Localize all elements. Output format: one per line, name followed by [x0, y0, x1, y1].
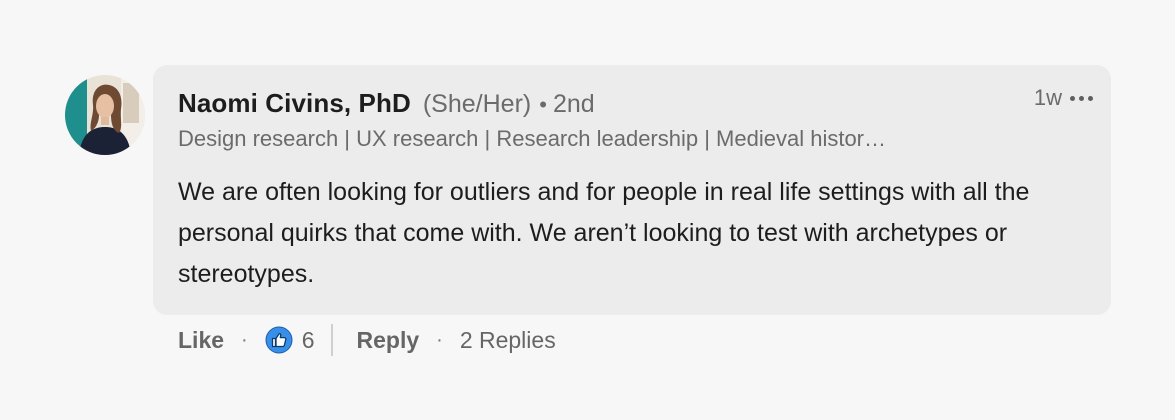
- separator-dot: ·: [436, 328, 443, 351]
- comment-timestamp: 1w: [1033, 85, 1062, 110]
- comment-bubble: Naomi Civins, PhD (She/Her) • 2nd Design re…: [153, 65, 1111, 315]
- connection-degree: 2nd: [552, 90, 595, 118]
- separator-dot: ·: [241, 328, 248, 351]
- avatar[interactable]: [65, 75, 145, 155]
- comment-view: Naomi Civins, PhD (She/Her) • 2nd Design re…: [0, 0, 1175, 420]
- author-pronouns: (She/Her): [422, 90, 532, 118]
- author-name[interactable]: Naomi Civins, PhD: [178, 88, 411, 118]
- separator-dot: •: [539, 92, 547, 117]
- like-button[interactable]: Like: [178, 327, 224, 354]
- comment-actions: Like · 6 Reply · 2 Replies: [178, 322, 556, 358]
- ellipsis-icon[interactable]: [1070, 94, 1093, 103]
- comment-text: We are often looking for outliers and fo…: [178, 178, 1030, 288]
- reply-button[interactable]: Reply: [357, 327, 420, 354]
- reaction-count[interactable]: 6: [302, 327, 315, 354]
- replies-link[interactable]: 2 Replies: [460, 327, 556, 354]
- author-headline: Design research | UX research | Research…: [178, 126, 887, 151]
- divider: [330, 324, 333, 356]
- thumbs-up-icon[interactable]: [265, 326, 293, 354]
- comment-meta: 1w: [1034, 85, 1093, 111]
- author-line: Naomi Civins, PhD (She/Her) • 2nd: [178, 87, 595, 124]
- avatar-photo: [65, 75, 145, 155]
